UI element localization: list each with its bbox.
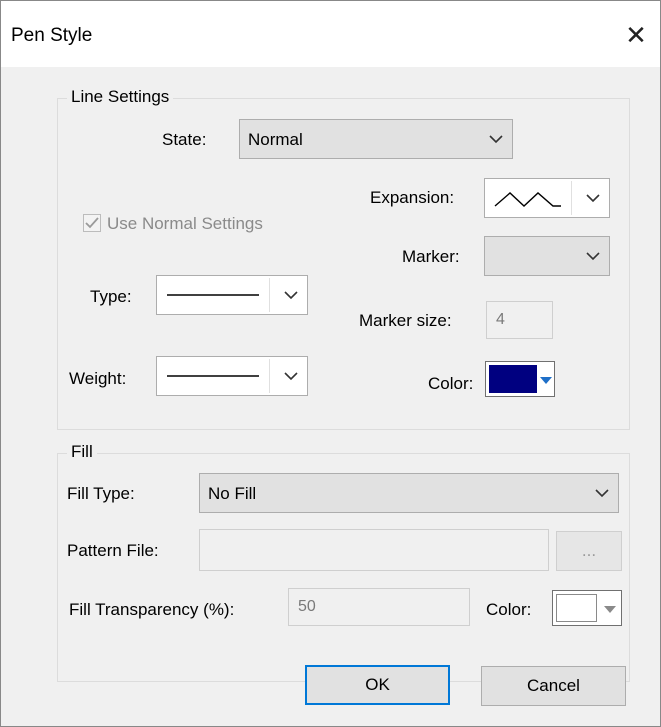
- combo-divider: [571, 181, 572, 215]
- window-title: Pen Style: [11, 25, 93, 46]
- chevron-down-icon: [586, 194, 600, 203]
- pen-style-dialog: Pen Style ✕ Line Settings State: Normal …: [0, 0, 661, 727]
- fill-transparency-value: 50: [298, 598, 316, 615]
- state-label: State:: [162, 130, 207, 149]
- pattern-file-input[interactable]: [199, 529, 549, 571]
- chevron-down-icon: [284, 291, 298, 300]
- fill-color-picker[interactable]: [552, 590, 622, 626]
- pattern-file-label: Pattern File:: [67, 541, 159, 560]
- title-bar: Pen Style ✕: [1, 1, 660, 67]
- marker-label: Marker:: [402, 247, 460, 266]
- thin-line-icon: [167, 375, 259, 377]
- chevron-down-icon: [284, 372, 298, 381]
- chevron-down-icon: [595, 489, 609, 498]
- browse-button[interactable]: ...: [556, 531, 622, 571]
- close-icon[interactable]: ✕: [613, 15, 659, 55]
- chevron-down-icon: [604, 606, 616, 613]
- line-settings-legend: Line Settings: [67, 87, 174, 107]
- line-color-swatch: [489, 365, 537, 393]
- chevron-down-icon: [540, 377, 552, 384]
- use-normal-settings-checkbox[interactable]: [83, 214, 101, 232]
- fill-type-combo[interactable]: No Fill: [199, 473, 619, 513]
- weight-label: Weight:: [69, 369, 127, 388]
- fill-transparency-input[interactable]: 50: [288, 588, 470, 626]
- fill-color-label: Color:: [486, 600, 532, 619]
- type-combo[interactable]: [156, 275, 308, 315]
- marker-size-label: Marker size:: [359, 311, 452, 330]
- combo-divider: [269, 278, 270, 312]
- zigzag-line-icon: [494, 192, 561, 207]
- marker-combo[interactable]: [484, 236, 610, 276]
- ok-button[interactable]: OK: [305, 665, 450, 705]
- line-color-picker[interactable]: [485, 361, 555, 397]
- fill-legend: Fill: [67, 442, 97, 462]
- fill-type-label: Fill Type:: [67, 484, 135, 503]
- fill-transparency-label: Fill Transparency (%):: [69, 600, 235, 619]
- type-label: Type:: [90, 287, 132, 306]
- combo-divider: [269, 359, 270, 393]
- marker-size-value: 4: [496, 311, 505, 328]
- checkbox-checked-icon: [83, 214, 101, 232]
- expansion-label: Expansion:: [370, 188, 455, 207]
- fill-color-swatch: [556, 594, 597, 622]
- chevron-down-icon: [489, 135, 503, 144]
- solid-line-icon: [167, 294, 259, 296]
- state-combo[interactable]: Normal: [239, 119, 513, 159]
- expansion-combo[interactable]: [484, 178, 610, 218]
- weight-combo[interactable]: [156, 356, 308, 396]
- fill-type-value: No Fill: [208, 484, 257, 503]
- chevron-down-icon: [586, 252, 600, 261]
- use-normal-settings-label: Use Normal Settings: [107, 214, 263, 233]
- marker-size-input[interactable]: 4: [486, 301, 553, 339]
- state-value: Normal: [248, 130, 303, 149]
- line-color-label: Color:: [428, 374, 474, 393]
- cancel-button[interactable]: Cancel: [481, 666, 626, 706]
